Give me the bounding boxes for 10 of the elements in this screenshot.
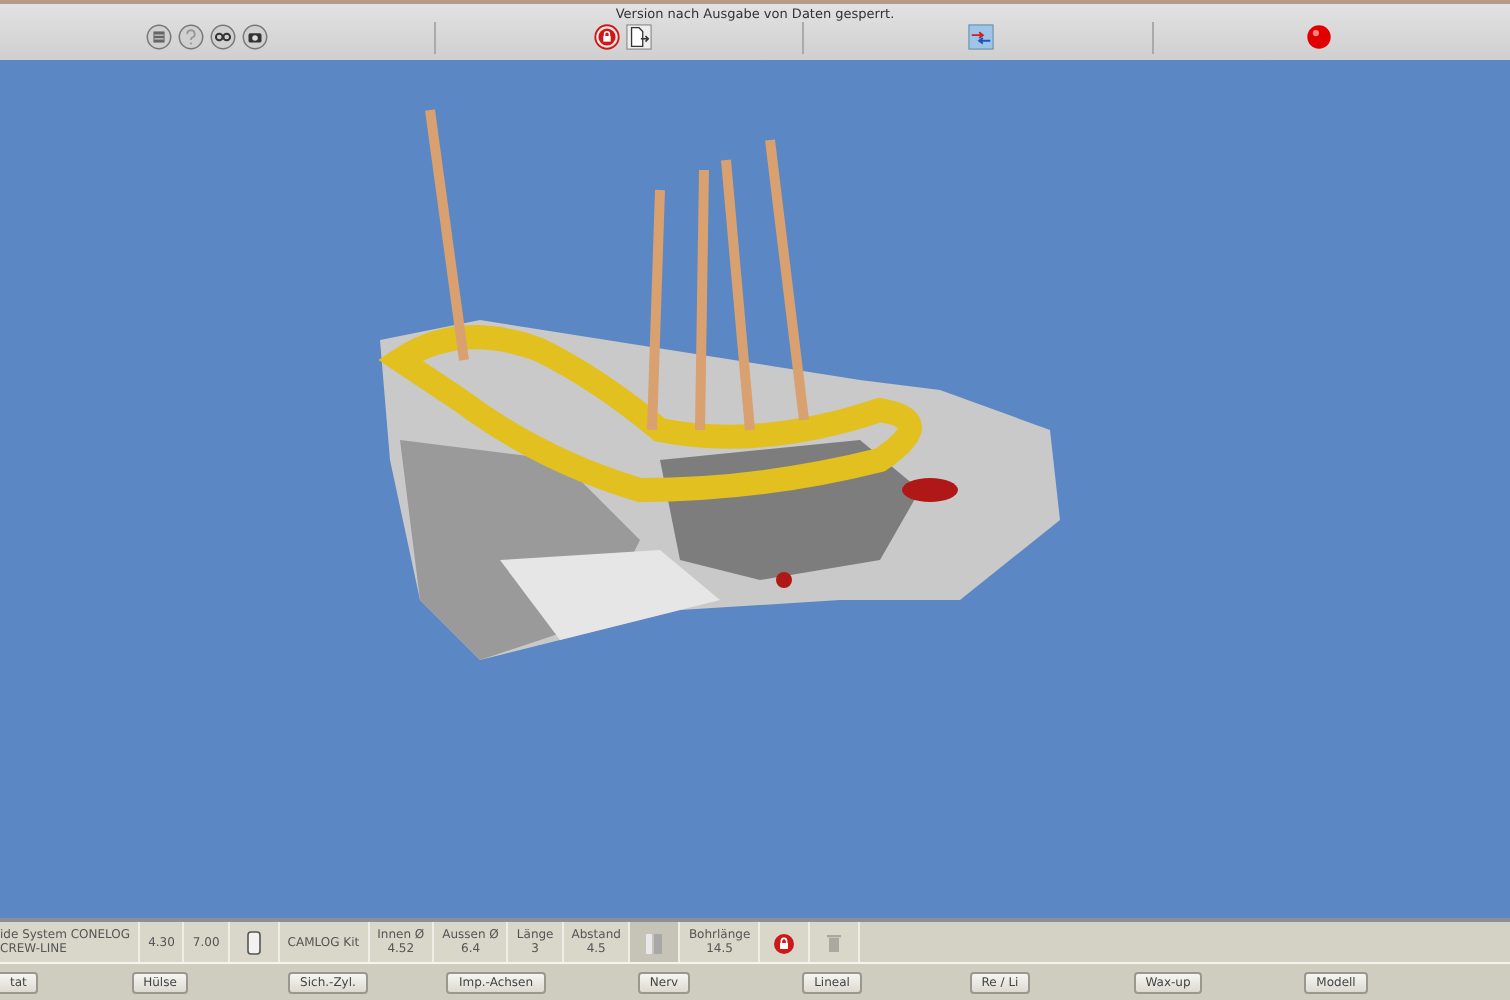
sleeve-icon <box>642 929 667 956</box>
camera-icon[interactable] <box>242 24 268 51</box>
lock-icon[interactable] <box>594 24 620 51</box>
trash-icon <box>822 929 847 956</box>
status-dot-icon <box>1306 24 1332 51</box>
cylinder-icon[interactable] <box>241 929 266 956</box>
swap-icon[interactable] <box>968 24 994 51</box>
glasses-icon[interactable] <box>210 24 236 51</box>
lock-icon[interactable] <box>772 929 797 956</box>
list-icon[interactable] <box>146 24 172 51</box>
